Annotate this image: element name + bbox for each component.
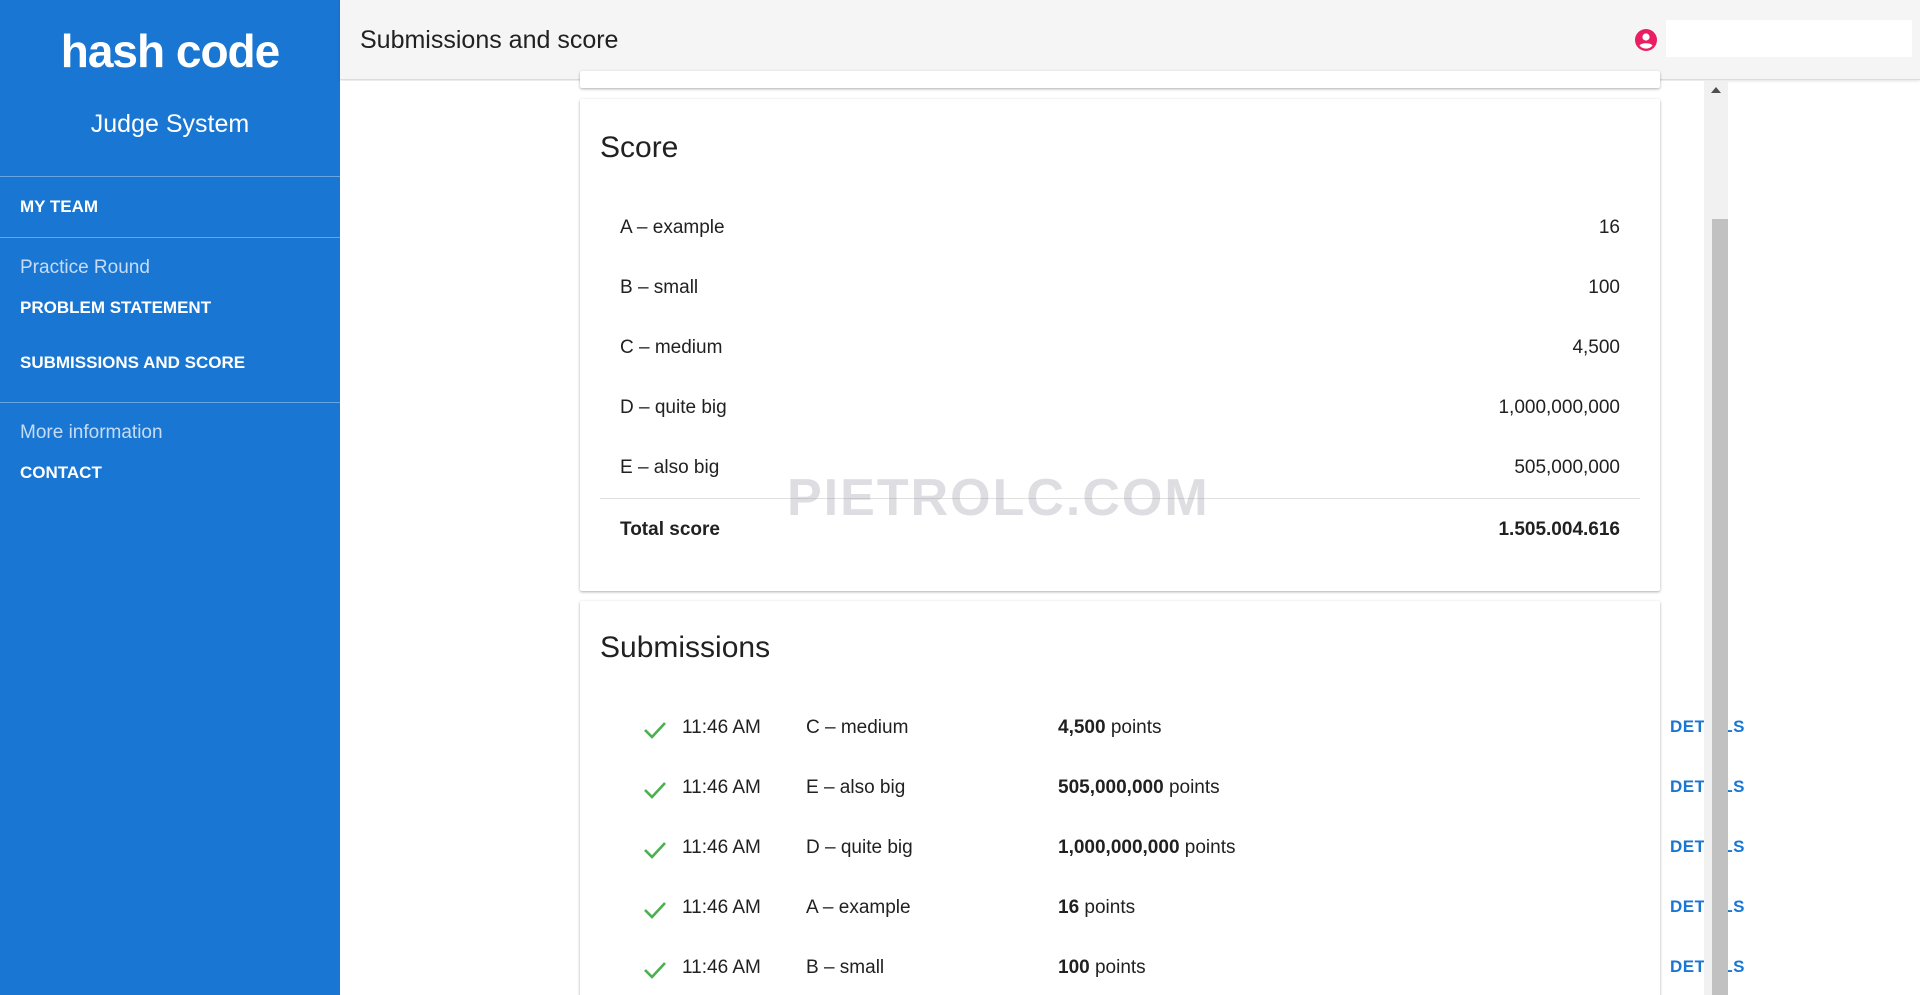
vertical-scrollbar[interactable] <box>1704 81 1728 995</box>
submission-points-value: 505,000,000 <box>1058 777 1164 798</box>
score-row-label: E – also big <box>620 457 720 478</box>
previous-card-edge <box>580 71 1660 88</box>
sidebar-item-my-team[interactable]: MY TEAM <box>0 177 340 237</box>
sidebar-section-practice-round: Practice Round <box>20 257 150 278</box>
account-circle-icon[interactable] <box>1634 28 1658 52</box>
submission-time: 11:46 AM <box>682 957 761 978</box>
submission-time: 11:46 AM <box>682 717 761 738</box>
score-row: B – small 100 <box>620 277 1620 307</box>
submission-points-suffix: points <box>1184 837 1236 858</box>
submission-points-value: 4,500 <box>1058 717 1106 738</box>
sidebar: hash code Judge System MY TEAM Practice … <box>0 0 340 995</box>
submission-points: 16 points <box>1058 897 1135 919</box>
sidebar-item-contact[interactable]: CONTACT <box>0 455 340 503</box>
top-app-bar: Submissions and score <box>340 0 1920 80</box>
submission-points-suffix: points <box>1110 717 1162 738</box>
check-icon <box>642 839 668 861</box>
submission-row: 11:46 AM D – quite big 1,000,000,000 poi… <box>580 837 1744 867</box>
page-title: Submissions and score <box>360 26 619 54</box>
score-row-label: A – example <box>620 217 725 238</box>
submissions-title: Submissions <box>600 631 771 664</box>
check-icon <box>642 899 668 921</box>
score-row-value: 100 <box>1588 277 1620 298</box>
app-logo: hash code <box>60 25 281 77</box>
submission-time: 11:46 AM <box>682 777 761 798</box>
scrollbar-thumb[interactable] <box>1712 219 1728 995</box>
submission-points-value: 100 <box>1058 957 1090 978</box>
submission-points: 100 points <box>1058 957 1146 979</box>
submission-row: 11:46 AM A – example 16 points DETAILS <box>580 897 1744 927</box>
score-row-label: B – small <box>620 277 699 298</box>
submission-dataset: A – example <box>806 897 911 918</box>
score-row: C – medium 4,500 <box>620 337 1620 367</box>
score-row-value: 505,000,000 <box>1514 457 1620 478</box>
score-row-value: 4,500 <box>1572 337 1620 358</box>
submissions-card: Submissions 11:46 AM C – medium 4,500 po… <box>580 601 1744 995</box>
submission-points: 505,000,000 points <box>1058 777 1220 799</box>
submission-row: 11:46 AM B – small 100 points DETAILS <box>580 957 1744 987</box>
score-row-value: 16 <box>1598 217 1620 238</box>
score-row: A – example 16 <box>620 217 1620 247</box>
submission-points-suffix: points <box>1084 897 1136 918</box>
submission-points: 1,000,000,000 points <box>1058 837 1236 859</box>
submission-dataset: D – quite big <box>806 837 913 858</box>
sidebar-item-problem-statement[interactable]: PROBLEM STATEMENT <box>0 290 340 340</box>
submission-dataset: B – small <box>806 957 885 978</box>
score-title: Score <box>600 131 679 164</box>
app-subtitle: Judge System <box>90 110 250 138</box>
submission-points-value: 1,000,000,000 <box>1058 837 1180 858</box>
total-score-label: Total score <box>620 519 720 540</box>
sidebar-section-more-information: More information <box>20 422 163 443</box>
submission-dataset: C – medium <box>806 717 909 738</box>
submission-points: 4,500 points <box>1058 717 1162 739</box>
score-row-label: D – quite big <box>620 397 727 418</box>
check-icon <box>642 779 668 801</box>
total-score-value: 1.505.004.616 <box>1498 519 1620 540</box>
main-content: Score A – example 16 B – small 100 C – m… <box>340 71 1744 995</box>
submission-row: 11:46 AM E – also big 505,000,000 points… <box>580 777 1744 807</box>
sidebar-item-submissions-and-score[interactable]: SUBMISSIONS AND SCORE <box>0 340 340 402</box>
account-name-box[interactable] <box>1666 20 1912 57</box>
score-row-value: 1,000,000,000 <box>1498 397 1620 418</box>
submission-time: 11:46 AM <box>682 837 761 858</box>
submission-dataset: E – also big <box>806 777 906 798</box>
score-row-label: C – medium <box>620 337 723 358</box>
submission-points-suffix: points <box>1168 777 1220 798</box>
watermark: PIETROLC.COM <box>787 469 1210 527</box>
submission-time: 11:46 AM <box>682 897 761 918</box>
check-icon <box>642 719 668 741</box>
score-row: D – quite big 1,000,000,000 <box>620 397 1620 427</box>
submission-points-suffix: points <box>1094 957 1146 978</box>
submission-points-value: 16 <box>1058 897 1080 918</box>
check-icon <box>642 959 668 981</box>
scroll-up-arrow-icon[interactable] <box>1711 87 1721 93</box>
submission-row: 11:46 AM C – medium 4,500 points DETAILS <box>580 717 1744 747</box>
